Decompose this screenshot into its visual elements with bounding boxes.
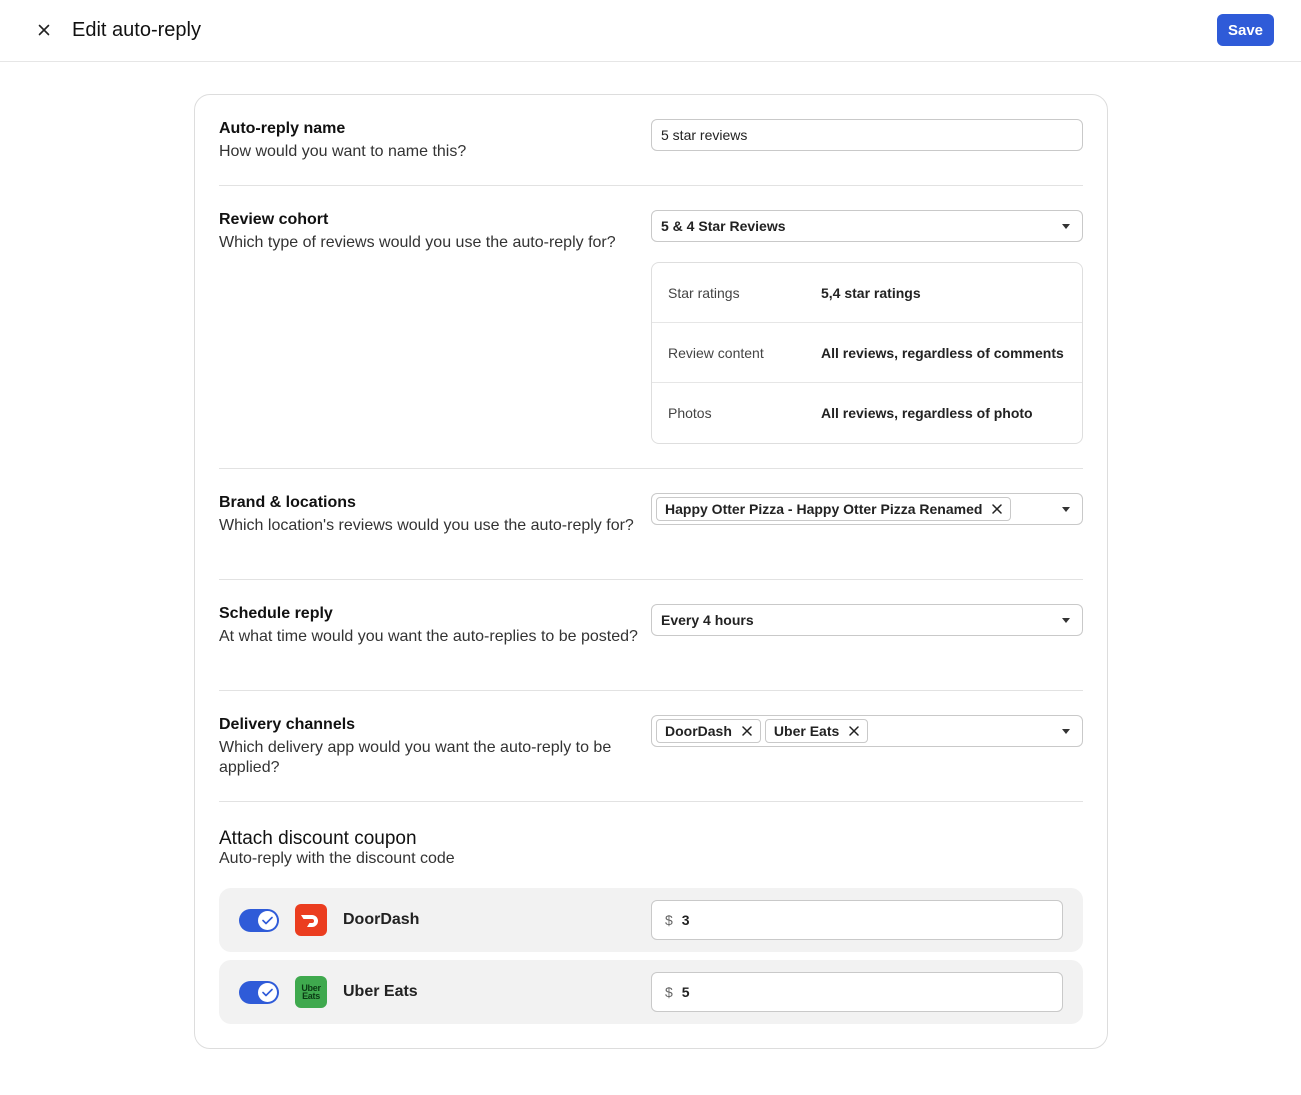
divider	[219, 579, 1083, 580]
delivery-channels-description: Which delivery app would you want the au…	[219, 739, 612, 776]
divider	[219, 690, 1083, 691]
review-cohort-title: Review cohort	[219, 211, 329, 228]
auto-reply-name-title: Auto-reply name	[219, 120, 346, 137]
detail-label: Star ratings	[668, 285, 740, 301]
detail-value: All reviews, regardless of comments	[821, 345, 1064, 361]
schedule-reply-select[interactable]: Every 4 hours	[651, 604, 1083, 636]
doordash-coupon-toggle[interactable]	[239, 909, 279, 932]
detail-label: Photos	[668, 405, 712, 421]
delivery-channels-select[interactable]: DoorDash Uber Eats	[651, 715, 1083, 747]
app-name: Uber Eats	[343, 983, 418, 1000]
ubereats-amount-field[interactable]: $	[651, 972, 1063, 1012]
discount-coupon-description: Auto-reply with the discount code	[219, 850, 455, 867]
coupon-row-ubereats: Uber Eats Uber Eats $	[219, 960, 1083, 1024]
dropdown-caret-icon	[1062, 507, 1070, 512]
remove-chip-button[interactable]	[992, 504, 1003, 514]
toggle-knob	[258, 911, 277, 930]
doordash-logo-icon	[295, 904, 327, 936]
ubereats-coupon-toggle[interactable]	[239, 981, 279, 1004]
close-button[interactable]	[34, 20, 54, 40]
detail-value: All reviews, regardless of photo	[821, 405, 1033, 421]
doordash-amount-input[interactable]	[681, 912, 982, 928]
divider	[219, 185, 1083, 186]
check-icon	[262, 988, 273, 997]
close-icon	[38, 24, 50, 36]
ubereats-logo-icon: Uber Eats	[295, 976, 327, 1008]
close-icon	[742, 726, 752, 736]
doordash-amount-field[interactable]: $	[651, 900, 1063, 940]
save-button[interactable]: Save	[1217, 14, 1274, 46]
review-cohort-selected-value: 5 & 4 Star Reviews	[661, 218, 786, 234]
brand-locations-title: Brand & locations	[219, 494, 356, 511]
channel-chip-doordash: DoorDash	[656, 719, 761, 743]
toggle-knob	[258, 983, 277, 1002]
brand-locations-description: Which location's reviews would you use t…	[219, 517, 634, 534]
chip-label: Uber Eats	[773, 723, 840, 739]
logo-text: Eats	[302, 991, 320, 1001]
remove-chip-button[interactable]	[742, 726, 752, 736]
detail-value: 5,4 star ratings	[821, 285, 921, 301]
ubereats-amount-input[interactable]	[681, 984, 982, 1000]
coupon-row-doordash: DoorDash $	[219, 888, 1083, 952]
page-title: Edit auto-reply	[72, 19, 201, 41]
location-chip: Happy Otter Pizza - Happy Otter Pizza Re…	[656, 497, 1012, 521]
schedule-selected-value: Every 4 hours	[661, 612, 754, 628]
currency-symbol: $	[665, 984, 673, 1000]
close-icon	[849, 726, 860, 736]
check-icon	[262, 916, 273, 925]
channel-chip-ubereats: Uber Eats	[764, 719, 869, 743]
auto-reply-name-field[interactable]	[651, 119, 1083, 151]
dropdown-caret-icon	[1062, 729, 1070, 734]
review-cohort-details: Star ratings 5,4 star ratings Review con…	[651, 262, 1083, 444]
detail-row-star-ratings: Star ratings 5,4 star ratings	[652, 263, 1082, 323]
schedule-reply-title: Schedule reply	[219, 605, 333, 622]
schedule-reply-description: At what time would you want the auto-rep…	[219, 628, 638, 645]
close-icon	[992, 504, 1003, 514]
dropdown-caret-icon	[1062, 224, 1070, 229]
brand-locations-select[interactable]: Happy Otter Pizza - Happy Otter Pizza Re…	[651, 493, 1083, 525]
currency-symbol: $	[665, 912, 673, 928]
dropdown-caret-icon	[1062, 618, 1070, 623]
detail-row-review-content: Review content All reviews, regardless o…	[652, 323, 1082, 383]
delivery-channels-title: Delivery channels	[219, 716, 356, 733]
discount-coupon-title: Attach discount coupon	[219, 828, 417, 849]
detail-row-photos: Photos All reviews, regardless of photo	[652, 383, 1082, 443]
auto-reply-name-input[interactable]	[661, 127, 1082, 143]
divider	[219, 801, 1083, 802]
detail-label: Review content	[668, 345, 764, 361]
remove-chip-button[interactable]	[849, 726, 860, 736]
auto-reply-name-description: How would you want to name this?	[219, 143, 467, 160]
auto-reply-form-card: Auto-reply name How would you want to na…	[194, 94, 1108, 1049]
review-cohort-description: Which type of reviews would you use the …	[219, 234, 616, 251]
top-bar: Edit auto-reply Save	[0, 0, 1301, 62]
divider	[219, 468, 1083, 469]
review-cohort-select[interactable]: 5 & 4 Star Reviews	[651, 210, 1083, 242]
chip-label: Happy Otter Pizza - Happy Otter Pizza Re…	[665, 501, 983, 517]
chip-label: DoorDash	[665, 723, 732, 739]
app-name: DoorDash	[343, 911, 420, 928]
